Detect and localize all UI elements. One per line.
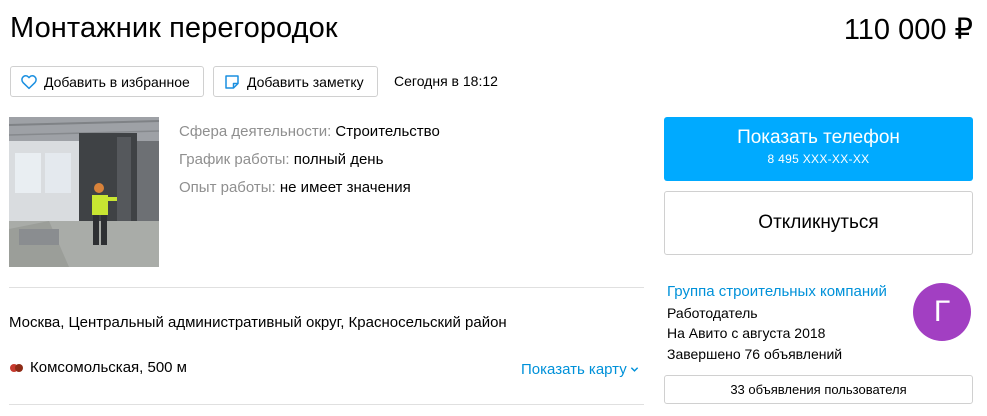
property-key: График работы: bbox=[179, 151, 290, 168]
job-properties: Сфера деятельности: Строительство График… bbox=[179, 118, 440, 202]
construction-photo bbox=[9, 117, 159, 267]
listing-photo[interactable] bbox=[9, 117, 159, 267]
chevron-down-icon bbox=[630, 367, 638, 372]
page-title: Монтажник перегородок bbox=[10, 12, 338, 44]
heart-icon bbox=[21, 74, 37, 89]
respond-button[interactable]: Откликнуться bbox=[664, 191, 973, 255]
price: 110 000 ₽ bbox=[843, 14, 973, 46]
metro-label: Комсомольская, 500 м bbox=[30, 359, 187, 376]
property-key: Опыт работы: bbox=[179, 179, 276, 196]
seller-type: Работодатель bbox=[667, 304, 758, 321]
property-key: Сфера деятельности: bbox=[179, 123, 332, 140]
property-value: не имеет значения bbox=[279, 179, 411, 196]
metro-station: Комсомольская, 500 м bbox=[9, 359, 187, 376]
add-note-button[interactable]: Добавить заметку bbox=[213, 66, 378, 97]
add-note-label: Добавить заметку bbox=[247, 73, 364, 90]
publish-date: Сегодня в 18:12 bbox=[394, 73, 498, 89]
show-phone-button[interactable]: Показать телефон 8 495 XXX-XX-XX bbox=[664, 117, 973, 181]
property-value: полный день bbox=[293, 151, 384, 168]
listing-page: Монтажник перегородок 110 000 ₽ Добавить… bbox=[0, 0, 987, 416]
show-map-link[interactable]: Показать карту bbox=[521, 361, 639, 378]
address: Москва, Центральный административный окр… bbox=[9, 314, 507, 331]
seller-since: На Авито с августа 2018 bbox=[667, 325, 826, 341]
show-phone-label: Показать телефон bbox=[737, 127, 900, 148]
seller-completed: Завершено 76 объявлений bbox=[667, 345, 843, 362]
property-row: График работы: полный день bbox=[179, 146, 440, 174]
user-ads-button[interactable]: 33 объявления пользователя bbox=[664, 375, 973, 404]
metro-icon bbox=[9, 363, 27, 373]
phone-masked: 8 495 XXX-XX-XX bbox=[767, 152, 870, 166]
add-favorite-label: Добавить в избранное bbox=[44, 73, 190, 90]
divider bbox=[9, 404, 644, 405]
divider bbox=[9, 287, 644, 288]
seller-info: Группа строительных компаний Работодател… bbox=[667, 282, 887, 364]
note-icon bbox=[225, 74, 239, 89]
add-favorite-button[interactable]: Добавить в избранное bbox=[10, 66, 204, 97]
seller-name-link[interactable]: Группа строительных компаний bbox=[667, 282, 887, 303]
property-row: Сфера деятельности: Строительство bbox=[179, 118, 440, 146]
show-map-label: Показать карту bbox=[521, 361, 627, 378]
property-value: Строительство bbox=[335, 123, 440, 140]
avatar[interactable]: Г bbox=[913, 283, 971, 341]
property-row: Опыт работы: не имеет значения bbox=[179, 174, 440, 202]
